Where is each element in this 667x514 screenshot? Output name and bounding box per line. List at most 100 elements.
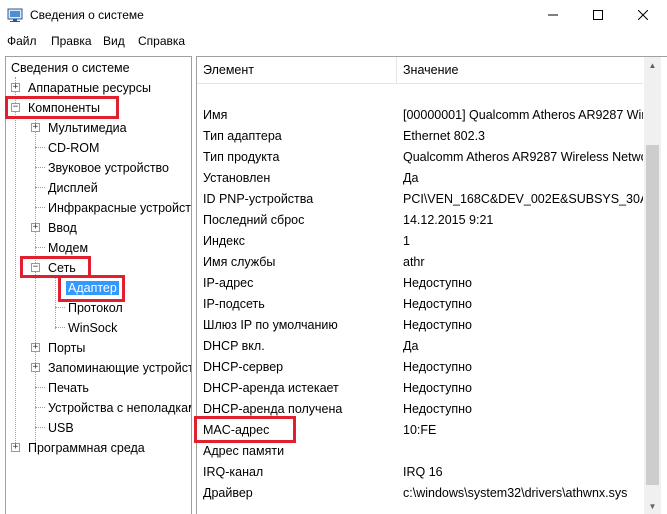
row-element: ID PNP-устройства: [203, 192, 314, 206]
scroll-down-icon[interactable]: ▼: [644, 498, 661, 514]
row-element: Тип продукта: [203, 150, 280, 164]
row-element: Установлен: [203, 171, 271, 185]
row-element: IP-адрес: [203, 276, 254, 290]
list-header: Элемент Значение: [197, 57, 643, 84]
column-header-element[interactable]: Элемент: [203, 63, 254, 77]
menu-view[interactable]: Вид: [103, 34, 125, 48]
row-value: IRQ 16: [403, 465, 443, 479]
tree-item-problem-devices[interactable]: Устройства с неполадками: [48, 399, 191, 417]
row-element: Имя службы: [203, 255, 276, 269]
list-row[interactable]: IP-адрес Недоступно: [197, 273, 643, 294]
list-row[interactable]: Тип адаптера Ethernet 802.3: [197, 126, 643, 147]
menu-help[interactable]: Справка: [138, 34, 185, 48]
row-value: Qualcomm Atheros AR9287 Wireless Network: [403, 150, 643, 164]
row-value: [00000001] Qualcomm Atheros AR9287 Wirel…: [403, 108, 643, 122]
expand-icon[interactable]: +: [11, 83, 20, 92]
tree-item-storage[interactable]: Запоминающие устройства: [48, 359, 191, 377]
tree-item-infrared[interactable]: Инфракрасные устройства: [48, 199, 191, 217]
system-info-icon: [7, 7, 23, 23]
close-button[interactable]: [620, 0, 666, 31]
tree-item-ports[interactable]: Порты: [48, 339, 85, 357]
category-tree[interactable]: Сведения о системе + Аппаратные ресурсы …: [5, 56, 192, 514]
tree-item-winsock[interactable]: WinSock: [68, 319, 117, 337]
column-header-value[interactable]: Значение: [403, 63, 458, 77]
row-element: Адрес памяти: [203, 444, 285, 458]
row-element: MAC-адрес: [203, 423, 270, 437]
minimize-button[interactable]: [530, 0, 576, 31]
vertical-scrollbar[interactable]: ▲ ▼: [644, 57, 661, 514]
menu-edit[interactable]: Правка: [51, 34, 92, 48]
list-row[interactable]: MAC-адрес 10:FE: [197, 420, 643, 441]
list-row[interactable]: DHCP-сервер Недоступно: [197, 357, 643, 378]
row-element: DHCP-аренда получена: [203, 402, 343, 416]
expand-icon[interactable]: +: [11, 443, 20, 452]
tree-item-multimedia[interactable]: Мультимедиа: [48, 119, 127, 137]
row-value: Недоступно: [403, 381, 472, 395]
row-value: Недоступно: [403, 360, 472, 374]
column-divider[interactable]: [396, 57, 397, 83]
list-row[interactable]: Установлен Да: [197, 168, 643, 189]
list-row[interactable]: Тип продукта Qualcomm Atheros AR9287 Wire…: [197, 147, 643, 168]
list-row[interactable]: ID PNP-устройства PCI\VEN_168C&DEV_002E&S…: [197, 189, 643, 210]
tree-item-components[interactable]: Компоненты: [28, 99, 100, 117]
row-value: c:\windows\system32\drivers\athwnx.sys: [403, 486, 628, 500]
list-row[interactable]: DHCP-аренда получена Недоступно: [197, 399, 643, 420]
tree-item-cdrom[interactable]: CD-ROM: [48, 139, 99, 157]
row-element: IP-подсеть: [203, 297, 265, 311]
tree-item-network[interactable]: Сеть: [48, 259, 76, 277]
menu-bar: Файл Правка Вид Справка: [0, 31, 667, 52]
expand-icon[interactable]: +: [31, 223, 40, 232]
list-row[interactable]: Последний сброс 14.12.2015 9:21: [197, 210, 643, 231]
tree-item-protocol[interactable]: Протокол: [68, 299, 123, 317]
row-value: 14.12.2015 9:21: [403, 213, 494, 227]
list-row[interactable]: DHCP-аренда истекает Недоступно: [197, 378, 643, 399]
row-value: Да: [403, 339, 419, 353]
tree-item-modem[interactable]: Модем: [48, 239, 88, 257]
expand-icon[interactable]: +: [31, 123, 40, 132]
row-value: Недоступно: [403, 318, 472, 332]
details-list[interactable]: Элемент Значение Имя [00000001] Qualcomm …: [196, 56, 667, 514]
row-element: DHCP вкл.: [203, 339, 265, 353]
tree-item-software[interactable]: Программная среда: [28, 439, 145, 457]
tree-item-adapter[interactable]: Адаптер: [66, 281, 119, 295]
row-value: athr: [403, 255, 425, 269]
tree-item-adapter-wrap: Адаптер: [66, 279, 119, 297]
list-row[interactable]: Шлюз IP по умолчанию Недоступно: [197, 315, 643, 336]
menu-file[interactable]: Файл: [7, 34, 37, 48]
tree-item-display[interactable]: Дисплей: [48, 179, 98, 197]
row-value: 1: [403, 234, 410, 248]
row-value: PCI\VEN_168C&DEV_002E&SUBSYS_30A41: [403, 192, 643, 206]
row-value: 10:FE: [403, 423, 437, 437]
row-value: Недоступно: [403, 297, 472, 311]
list-row[interactable]: Индекс 1: [197, 231, 643, 252]
row-element: Тип адаптера: [203, 129, 282, 143]
list-row[interactable]: Драйвер c:\windows\system32\drivers\athwn…: [197, 483, 643, 504]
expand-icon[interactable]: +: [31, 363, 40, 372]
list-row[interactable]: Адрес памяти: [197, 441, 643, 462]
tree-item-sound[interactable]: Звуковое устройство: [48, 159, 169, 177]
list-row[interactable]: Имя [00000001] Qualcomm Atheros AR9287 Wi…: [197, 105, 643, 126]
row-element: IRQ-канал: [203, 465, 264, 479]
tree-item-usb[interactable]: USB: [48, 419, 74, 437]
list-row[interactable]: DHCP вкл. Да: [197, 336, 643, 357]
scroll-up-icon[interactable]: ▲: [644, 57, 661, 74]
close-icon: [637, 9, 649, 23]
tree-item-hardware[interactable]: Аппаратные ресурсы: [28, 79, 151, 97]
collapse-icon[interactable]: −: [11, 103, 20, 112]
row-value: Недоступно: [403, 276, 472, 290]
list-row[interactable]: IRQ-канал IRQ 16: [197, 462, 643, 483]
list-row[interactable]: IP-подсеть Недоступно: [197, 294, 643, 315]
tree-item-printing[interactable]: Печать: [48, 379, 89, 397]
row-element: Последний сброс: [203, 213, 305, 227]
list-row[interactable]: Имя службы athr: [197, 252, 643, 273]
window-title: Сведения о системе: [30, 8, 144, 22]
collapse-icon[interactable]: −: [31, 263, 40, 272]
tree-item-input[interactable]: Ввод: [48, 219, 77, 237]
maximize-button[interactable]: [575, 0, 621, 31]
scroll-thumb[interactable]: [646, 145, 659, 485]
row-element: DHCP-аренда истекает: [203, 381, 339, 395]
minimize-icon: [548, 9, 558, 23]
tree-item-system-summary[interactable]: Сведения о системе: [11, 59, 130, 77]
row-value: Да: [403, 171, 419, 185]
expand-icon[interactable]: +: [31, 343, 40, 352]
